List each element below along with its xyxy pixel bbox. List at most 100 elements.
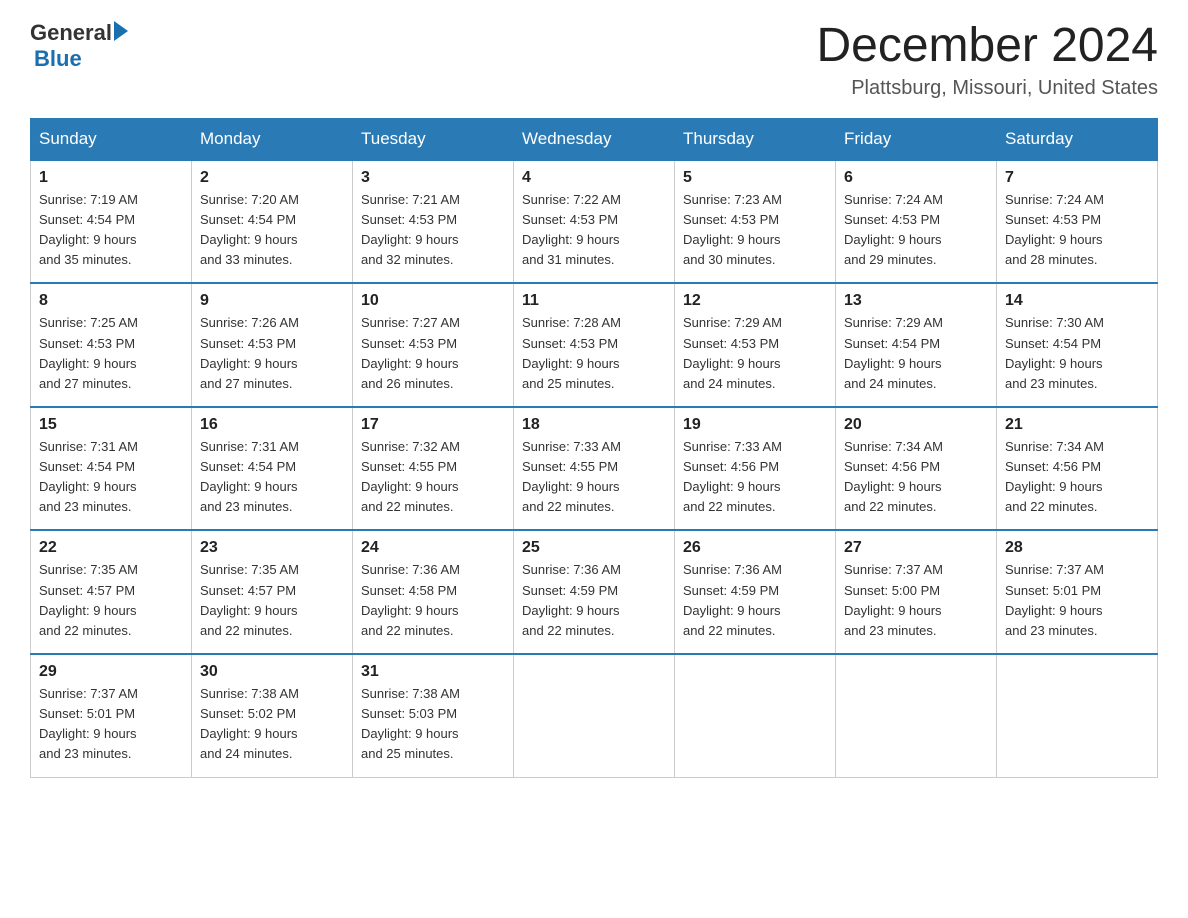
day-number: 11: [522, 292, 666, 310]
calendar-day-cell: [836, 654, 997, 777]
calendar-day-cell: 20 Sunrise: 7:34 AMSunset: 4:56 PMDaylig…: [836, 407, 997, 531]
day-info: Sunrise: 7:36 AMSunset: 4:59 PMDaylight:…: [522, 562, 621, 637]
calendar-day-cell: 23 Sunrise: 7:35 AMSunset: 4:57 PMDaylig…: [192, 530, 353, 654]
calendar-day-cell: 14 Sunrise: 7:30 AMSunset: 4:54 PMDaylig…: [997, 283, 1158, 407]
day-number: 29: [39, 663, 183, 681]
header-sunday: Sunday: [31, 118, 192, 160]
calendar-day-cell: 19 Sunrise: 7:33 AMSunset: 4:56 PMDaylig…: [675, 407, 836, 531]
day-number: 6: [844, 169, 988, 187]
day-number: 9: [200, 292, 344, 310]
calendar-day-cell: 11 Sunrise: 7:28 AMSunset: 4:53 PMDaylig…: [514, 283, 675, 407]
day-number: 7: [1005, 169, 1149, 187]
day-info: Sunrise: 7:26 AMSunset: 4:53 PMDaylight:…: [200, 315, 299, 390]
calendar-day-cell: 30 Sunrise: 7:38 AMSunset: 5:02 PMDaylig…: [192, 654, 353, 777]
day-info: Sunrise: 7:24 AMSunset: 4:53 PMDaylight:…: [1005, 192, 1104, 267]
calendar-week-row: 15 Sunrise: 7:31 AMSunset: 4:54 PMDaylig…: [31, 407, 1158, 531]
day-info: Sunrise: 7:38 AMSunset: 5:02 PMDaylight:…: [200, 686, 299, 761]
day-info: Sunrise: 7:31 AMSunset: 4:54 PMDaylight:…: [200, 439, 299, 514]
calendar-day-cell: 25 Sunrise: 7:36 AMSunset: 4:59 PMDaylig…: [514, 530, 675, 654]
day-number: 22: [39, 539, 183, 557]
day-number: 10: [361, 292, 505, 310]
calendar-day-cell: 16 Sunrise: 7:31 AMSunset: 4:54 PMDaylig…: [192, 407, 353, 531]
calendar-day-cell: 31 Sunrise: 7:38 AMSunset: 5:03 PMDaylig…: [353, 654, 514, 777]
day-info: Sunrise: 7:21 AMSunset: 4:53 PMDaylight:…: [361, 192, 460, 267]
calendar-day-cell: 5 Sunrise: 7:23 AMSunset: 4:53 PMDayligh…: [675, 160, 836, 284]
day-number: 26: [683, 539, 827, 557]
day-info: Sunrise: 7:19 AMSunset: 4:54 PMDaylight:…: [39, 192, 138, 267]
header-thursday: Thursday: [675, 118, 836, 160]
calendar-week-row: 29 Sunrise: 7:37 AMSunset: 5:01 PMDaylig…: [31, 654, 1158, 777]
calendar-day-cell: 9 Sunrise: 7:26 AMSunset: 4:53 PMDayligh…: [192, 283, 353, 407]
calendar-day-cell: 13 Sunrise: 7:29 AMSunset: 4:54 PMDaylig…: [836, 283, 997, 407]
calendar-day-cell: 29 Sunrise: 7:37 AMSunset: 5:01 PMDaylig…: [31, 654, 192, 777]
logo-general: General: [30, 20, 112, 46]
calendar-day-cell: 2 Sunrise: 7:20 AMSunset: 4:54 PMDayligh…: [192, 160, 353, 284]
weekday-header-row: Sunday Monday Tuesday Wednesday Thursday…: [31, 118, 1158, 160]
logo-blue: Blue: [34, 46, 82, 72]
calendar-title: December 2024: [816, 20, 1158, 73]
header-tuesday: Tuesday: [353, 118, 514, 160]
day-number: 21: [1005, 416, 1149, 434]
day-info: Sunrise: 7:27 AMSunset: 4:53 PMDaylight:…: [361, 315, 460, 390]
day-info: Sunrise: 7:37 AMSunset: 5:01 PMDaylight:…: [1005, 562, 1104, 637]
day-info: Sunrise: 7:20 AMSunset: 4:54 PMDaylight:…: [200, 192, 299, 267]
day-info: Sunrise: 7:34 AMSunset: 4:56 PMDaylight:…: [1005, 439, 1104, 514]
day-info: Sunrise: 7:31 AMSunset: 4:54 PMDaylight:…: [39, 439, 138, 514]
day-number: 18: [522, 416, 666, 434]
day-info: Sunrise: 7:37 AMSunset: 5:00 PMDaylight:…: [844, 562, 943, 637]
calendar-day-cell: 4 Sunrise: 7:22 AMSunset: 4:53 PMDayligh…: [514, 160, 675, 284]
day-number: 1: [39, 169, 183, 187]
logo: General Blue: [30, 20, 128, 72]
calendar-day-cell: 10 Sunrise: 7:27 AMSunset: 4:53 PMDaylig…: [353, 283, 514, 407]
calendar-table: Sunday Monday Tuesday Wednesday Thursday…: [30, 118, 1158, 778]
day-number: 31: [361, 663, 505, 681]
day-number: 30: [200, 663, 344, 681]
calendar-day-cell: 1 Sunrise: 7:19 AMSunset: 4:54 PMDayligh…: [31, 160, 192, 284]
calendar-day-cell: 7 Sunrise: 7:24 AMSunset: 4:53 PMDayligh…: [997, 160, 1158, 284]
day-number: 3: [361, 169, 505, 187]
day-info: Sunrise: 7:37 AMSunset: 5:01 PMDaylight:…: [39, 686, 138, 761]
day-info: Sunrise: 7:29 AMSunset: 4:54 PMDaylight:…: [844, 315, 943, 390]
calendar-day-cell: 22 Sunrise: 7:35 AMSunset: 4:57 PMDaylig…: [31, 530, 192, 654]
calendar-day-cell: 18 Sunrise: 7:33 AMSunset: 4:55 PMDaylig…: [514, 407, 675, 531]
day-number: 15: [39, 416, 183, 434]
calendar-day-cell: 28 Sunrise: 7:37 AMSunset: 5:01 PMDaylig…: [997, 530, 1158, 654]
day-info: Sunrise: 7:24 AMSunset: 4:53 PMDaylight:…: [844, 192, 943, 267]
calendar-day-cell: [997, 654, 1158, 777]
day-number: 12: [683, 292, 827, 310]
calendar-week-row: 22 Sunrise: 7:35 AMSunset: 4:57 PMDaylig…: [31, 530, 1158, 654]
day-number: 2: [200, 169, 344, 187]
header-saturday: Saturday: [997, 118, 1158, 160]
day-info: Sunrise: 7:35 AMSunset: 4:57 PMDaylight:…: [200, 562, 299, 637]
calendar-day-cell: 21 Sunrise: 7:34 AMSunset: 4:56 PMDaylig…: [997, 407, 1158, 531]
calendar-day-cell: [514, 654, 675, 777]
calendar-day-cell: 27 Sunrise: 7:37 AMSunset: 5:00 PMDaylig…: [836, 530, 997, 654]
calendar-day-cell: [675, 654, 836, 777]
day-number: 27: [844, 539, 988, 557]
day-number: 25: [522, 539, 666, 557]
calendar-day-cell: 26 Sunrise: 7:36 AMSunset: 4:59 PMDaylig…: [675, 530, 836, 654]
calendar-day-cell: 15 Sunrise: 7:31 AMSunset: 4:54 PMDaylig…: [31, 407, 192, 531]
day-info: Sunrise: 7:34 AMSunset: 4:56 PMDaylight:…: [844, 439, 943, 514]
calendar-day-cell: 12 Sunrise: 7:29 AMSunset: 4:53 PMDaylig…: [675, 283, 836, 407]
header-friday: Friday: [836, 118, 997, 160]
day-number: 28: [1005, 539, 1149, 557]
day-info: Sunrise: 7:32 AMSunset: 4:55 PMDaylight:…: [361, 439, 460, 514]
calendar-day-cell: 17 Sunrise: 7:32 AMSunset: 4:55 PMDaylig…: [353, 407, 514, 531]
calendar-day-cell: 24 Sunrise: 7:36 AMSunset: 4:58 PMDaylig…: [353, 530, 514, 654]
day-number: 4: [522, 169, 666, 187]
calendar-subtitle: Plattsburg, Missouri, United States: [816, 77, 1158, 100]
calendar-day-cell: 3 Sunrise: 7:21 AMSunset: 4:53 PMDayligh…: [353, 160, 514, 284]
day-number: 16: [200, 416, 344, 434]
day-info: Sunrise: 7:23 AMSunset: 4:53 PMDaylight:…: [683, 192, 782, 267]
day-info: Sunrise: 7:38 AMSunset: 5:03 PMDaylight:…: [361, 686, 460, 761]
day-number: 19: [683, 416, 827, 434]
logo-arrow-icon: [114, 21, 128, 41]
day-number: 14: [1005, 292, 1149, 310]
day-info: Sunrise: 7:36 AMSunset: 4:58 PMDaylight:…: [361, 562, 460, 637]
day-info: Sunrise: 7:35 AMSunset: 4:57 PMDaylight:…: [39, 562, 138, 637]
day-info: Sunrise: 7:25 AMSunset: 4:53 PMDaylight:…: [39, 315, 138, 390]
header-wednesday: Wednesday: [514, 118, 675, 160]
day-info: Sunrise: 7:36 AMSunset: 4:59 PMDaylight:…: [683, 562, 782, 637]
calendar-day-cell: 8 Sunrise: 7:25 AMSunset: 4:53 PMDayligh…: [31, 283, 192, 407]
